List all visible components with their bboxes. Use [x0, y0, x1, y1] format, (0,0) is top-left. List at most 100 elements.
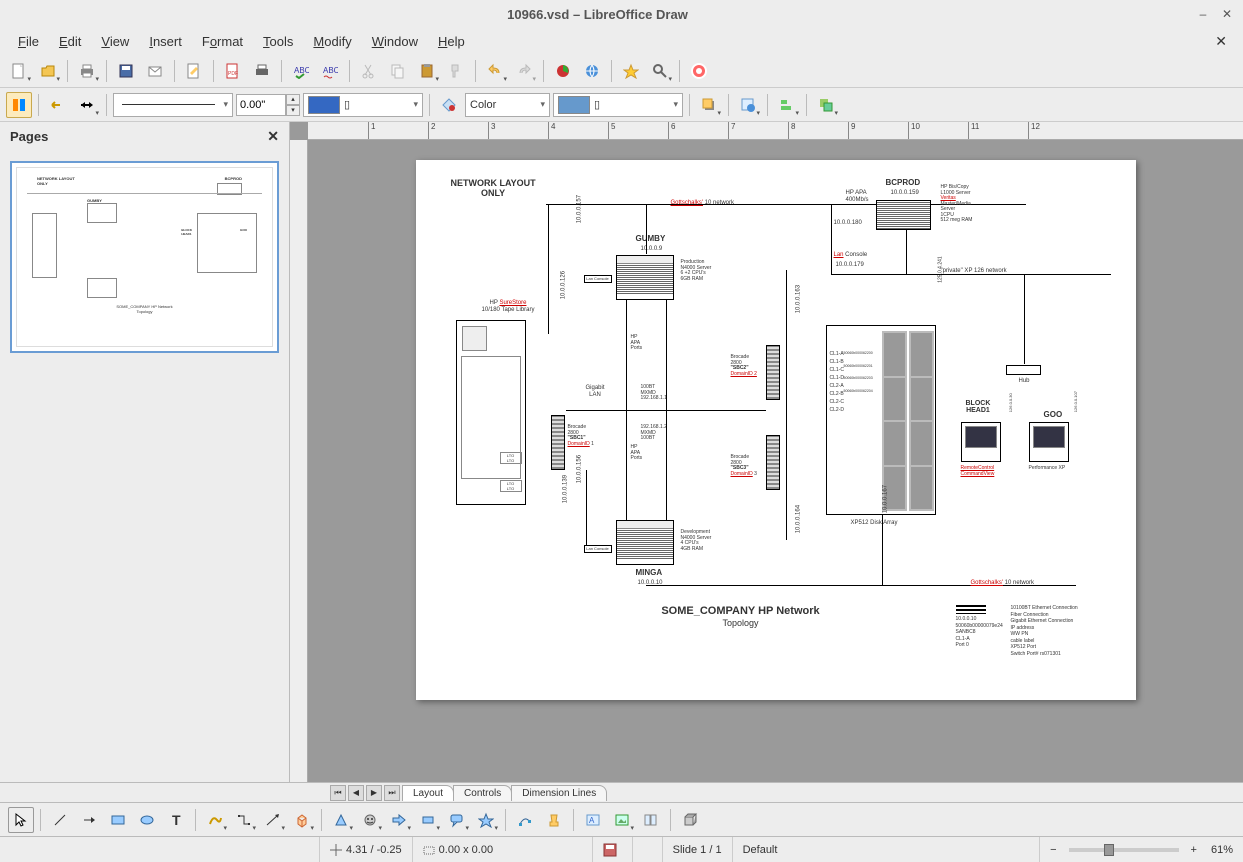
diag-ip-167: 10.0.0.167: [882, 485, 889, 513]
flowchart-tool[interactable]: [415, 807, 441, 833]
copy-button[interactable]: [385, 58, 411, 84]
points-tool[interactable]: [512, 807, 538, 833]
3d-tool[interactable]: [289, 807, 315, 833]
line-color-combo[interactable]: ▯▾: [303, 93, 423, 117]
select-tool[interactable]: [8, 807, 34, 833]
zoom-value[interactable]: 61%: [1211, 844, 1233, 856]
diag-remote: RemoteControlCommandView: [961, 466, 995, 477]
fontwork-tool[interactable]: A: [580, 807, 606, 833]
edit-file-button[interactable]: [181, 58, 207, 84]
spin-up[interactable]: ▴: [286, 94, 300, 105]
callout-tool[interactable]: [444, 807, 470, 833]
arrange-button[interactable]: [813, 92, 839, 118]
line-width-spinner[interactable]: ▴▾: [236, 94, 300, 116]
shadow-button[interactable]: [696, 92, 722, 118]
from-file-tool[interactable]: [609, 807, 635, 833]
stars-tool[interactable]: [473, 807, 499, 833]
zoom-controls[interactable]: − + 61%: [1040, 837, 1243, 862]
arrow-tool[interactable]: [76, 807, 102, 833]
undo-button[interactable]: [482, 58, 508, 84]
clone-format-button[interactable]: [443, 58, 469, 84]
tab-nav-last[interactable]: ⏭: [384, 785, 400, 801]
chart-button[interactable]: [550, 58, 576, 84]
close-button[interactable]: ✕: [1219, 6, 1235, 22]
tab-dimension[interactable]: Dimension Lines: [511, 785, 607, 801]
close-document-button[interactable]: ✕: [1209, 31, 1233, 52]
menu-window[interactable]: Window: [364, 31, 426, 52]
tab-controls[interactable]: Controls: [453, 785, 512, 801]
vertical-ruler[interactable]: [290, 140, 308, 782]
extrusion-tool[interactable]: [677, 807, 703, 833]
line-width-input[interactable]: [236, 94, 286, 116]
help-button[interactable]: [686, 58, 712, 84]
tab-layout[interactable]: Layout: [402, 785, 454, 801]
menu-help[interactable]: Help: [430, 31, 473, 52]
spellcheck-button[interactable]: ABC: [288, 58, 314, 84]
tab-nav-first[interactable]: ⏮: [330, 785, 346, 801]
diag-switch2: [766, 345, 780, 400]
new-button[interactable]: [6, 58, 32, 84]
open-button[interactable]: [35, 58, 61, 84]
menu-format[interactable]: Format: [194, 31, 251, 52]
fill-color-combo[interactable]: ▯▾: [553, 93, 683, 117]
fill-type-combo[interactable]: Color▾: [465, 93, 550, 117]
tab-nav-prev[interactable]: ◀: [348, 785, 364, 801]
basic-shapes-tool[interactable]: [328, 807, 354, 833]
page-thumbnail-1[interactable]: 1 NETWORK LAYOUTONLY BCPROD GUMBY BLOCKH…: [10, 161, 279, 353]
pages-panel-close[interactable]: ✕: [267, 128, 279, 145]
canvas-scroll[interactable]: NETWORK LAYOUTONLY Gottschalks' 10 netwo…: [308, 140, 1243, 782]
line-style-combo[interactable]: ▾: [113, 93, 233, 117]
zoom-out-button[interactable]: −: [1050, 844, 1056, 856]
symbol-shapes-tool[interactable]: [357, 807, 383, 833]
menu-insert[interactable]: Insert: [141, 31, 190, 52]
rectangle-tool[interactable]: [105, 807, 131, 833]
menubar: File Edit View Insert Format Tools Modif…: [0, 28, 1243, 54]
diag-footer-title: SOME_COMPANY HP Network Topology: [616, 605, 866, 629]
tab-nav-next[interactable]: ▶: [366, 785, 382, 801]
text-tool[interactable]: T: [163, 807, 189, 833]
menu-modify[interactable]: Modify: [305, 31, 359, 52]
connector-tool[interactable]: [231, 807, 257, 833]
save-button[interactable]: [113, 58, 139, 84]
print-button[interactable]: [74, 58, 100, 84]
menu-file[interactable]: File: [10, 31, 47, 52]
zoom-button[interactable]: [647, 58, 673, 84]
align-button[interactable]: [774, 92, 800, 118]
autospell-button[interactable]: ABC: [317, 58, 343, 84]
horizontal-ruler[interactable]: 123 456 789 101112: [308, 122, 1243, 140]
zoom-slider[interactable]: [1069, 848, 1179, 852]
email-button[interactable]: [142, 58, 168, 84]
pages-panel-title: Pages: [10, 129, 48, 144]
diag-legend-keys: 10.0.0.1050060b00000079e24 SANBC8CL1-APo…: [956, 605, 1003, 649]
gallery-tool[interactable]: [638, 807, 664, 833]
status-style[interactable]: Default: [733, 837, 1041, 862]
spin-down[interactable]: ▾: [286, 105, 300, 116]
zoom-in-button[interactable]: +: [1191, 844, 1197, 856]
hyperlink-button[interactable]: [579, 58, 605, 84]
redo-button[interactable]: [511, 58, 537, 84]
navigator-button[interactable]: [618, 58, 644, 84]
styles-button[interactable]: [735, 92, 761, 118]
arrow-style-button[interactable]: [74, 92, 100, 118]
lines-tool[interactable]: [260, 807, 286, 833]
block-arrows-tool[interactable]: [386, 807, 412, 833]
area-style-button[interactable]: [436, 92, 462, 118]
print-directly-button[interactable]: [249, 58, 275, 84]
paste-button[interactable]: [414, 58, 440, 84]
diag-minga-name: MINGA: [636, 568, 663, 577]
cut-button[interactable]: [356, 58, 382, 84]
glue-tool[interactable]: [541, 807, 567, 833]
minimize-button[interactable]: –: [1195, 6, 1211, 22]
ellipse-tool[interactable]: [134, 807, 160, 833]
drawing-page[interactable]: NETWORK LAYOUTONLY Gottschalks' 10 netwo…: [416, 160, 1136, 700]
arrow-style-start[interactable]: [45, 92, 71, 118]
line-tool[interactable]: [47, 807, 73, 833]
menu-tools[interactable]: Tools: [255, 31, 301, 52]
diag-hub-box: [1006, 365, 1041, 375]
menu-edit[interactable]: Edit: [51, 31, 89, 52]
menu-view[interactable]: View: [93, 31, 137, 52]
svg-text:ABC: ABC: [323, 66, 338, 75]
curve-tool[interactable]: [202, 807, 228, 833]
show-grid-button[interactable]: [6, 92, 32, 118]
export-pdf-button[interactable]: PDF: [220, 58, 246, 84]
